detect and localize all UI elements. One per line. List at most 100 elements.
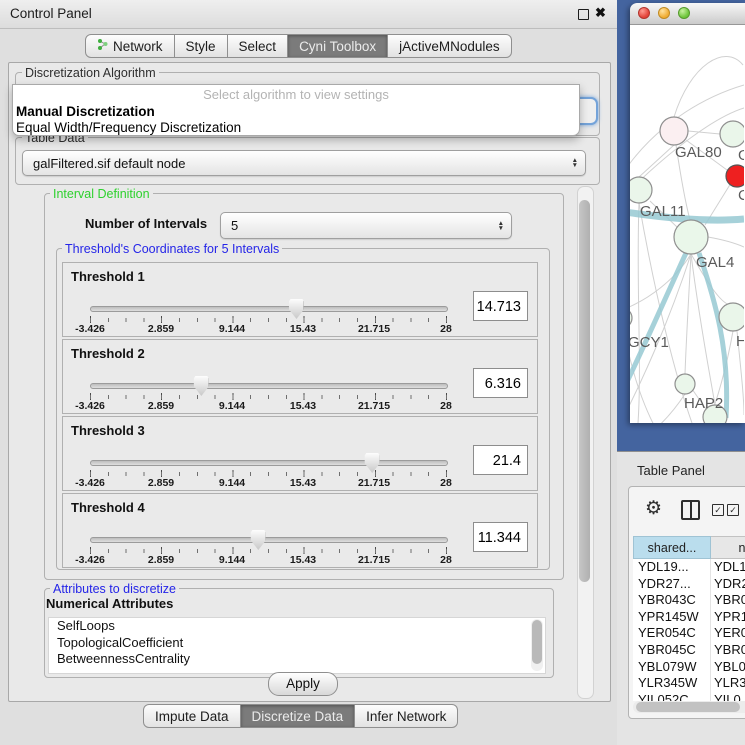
table-panel: Table Panel ⚙ ✓ ✓ shared... na YDL19...Y…: [617, 451, 745, 745]
node-label-gal11: GAL11: [640, 203, 686, 220]
discretization-algorithm-label: Discretization Algorithm: [22, 66, 159, 80]
table-header-row: shared... na: [633, 536, 745, 559]
table-panel-toolbar: ⚙ ✓ ✓: [629, 487, 745, 535]
apply-button[interactable]: Apply: [268, 672, 338, 696]
table-row[interactable]: YDL19...YDL1: [633, 559, 745, 576]
screen: Control Panel ✖ Network Style Select: [0, 0, 745, 745]
node-clipped-right-top: [720, 121, 744, 147]
network-window-titlebar: [630, 3, 745, 25]
tab-style[interactable]: Style: [175, 34, 228, 58]
tab-network-label: Network: [113, 39, 163, 54]
threshold-3-value-field[interactable]: 21.4: [473, 445, 528, 475]
table-rows: YDL19...YDL1 YDR27...YDR2 YBR043CYBR0 YP…: [633, 559, 745, 701]
list-item-selfloops[interactable]: SelfLoops: [49, 618, 545, 635]
node-gal4: [674, 220, 708, 254]
attributes-group-label: Attributes to discretize: [50, 582, 179, 596]
tab-impute-data[interactable]: Impute Data: [143, 704, 241, 728]
combo-stepper-icon: ▲▼: [498, 213, 504, 238]
network-canvas[interactable]: GAL80 GA C GAL11 GAL4 GCY1 HA HAP2: [630, 25, 745, 423]
threshold-1-slider[interactable]: [90, 306, 448, 312]
table-panel-title: Table Panel: [637, 463, 705, 478]
table-row[interactable]: YIL052CYIL0: [633, 692, 745, 701]
network-icon: [97, 38, 108, 54]
column-header-name[interactable]: na: [711, 536, 745, 559]
tab-discretize-data[interactable]: Discretize Data: [241, 704, 356, 728]
node-label-clipped-ha: HA: [736, 333, 744, 350]
table-row[interactable]: YBR045CYBR0: [633, 642, 745, 659]
table-row[interactable]: YBL079WYBL0: [633, 659, 745, 676]
network-graph: GAL80 GA C GAL11 GAL4 GCY1 HA HAP2: [630, 25, 744, 423]
control-panel-tabs: Network Style Select Cyni Toolbox jActiv…: [85, 34, 512, 58]
threshold-4-label: Threshold 4: [71, 500, 145, 515]
column-view-icon[interactable]: [681, 500, 700, 520]
tab-network[interactable]: Network: [85, 34, 175, 58]
algorithm-option-manual[interactable]: Manual Discretization: [13, 104, 579, 120]
node-gcy1: [630, 308, 632, 328]
threshold-4-slider[interactable]: [90, 537, 448, 543]
table-data-combo-value: galFiltered.sif default node: [33, 151, 185, 175]
node-selected-red: [726, 165, 744, 187]
panel-scrollbar-thumb[interactable]: [579, 200, 590, 582]
network-desktop: GAL80 GA C GAL11 GAL4 GCY1 HA HAP2: [617, 0, 745, 451]
control-panel-window: Control Panel ✖ Network Style Select: [0, 0, 617, 745]
tab-jactivemnodules[interactable]: jActiveMNodules: [388, 34, 512, 58]
tab-select[interactable]: Select: [228, 34, 289, 58]
table-panel-card: ⚙ ✓ ✓ shared... na YDL19...YDL1 YDR27...…: [628, 486, 745, 719]
mac-zoom-button[interactable]: [678, 7, 690, 19]
threshold-1-value-field[interactable]: 14.713: [473, 291, 528, 321]
list-item-topologicalcoefficient[interactable]: TopologicalCoefficient: [49, 635, 545, 652]
table-row[interactable]: YLR345WYLR3: [633, 675, 745, 692]
threshold-2-card: Threshold 2 -3.4262.859 9.14415.43 21.71…: [62, 339, 538, 414]
table-row[interactable]: YER054CYER0: [633, 625, 745, 642]
node-label-gcy1: GCY1: [630, 334, 669, 351]
table-row[interactable]: YBR043CYBR0: [633, 592, 745, 609]
threshold-3-slider[interactable]: [90, 460, 448, 466]
algorithm-placeholder-option[interactable]: Select algorithm to view settings: [13, 85, 579, 104]
close-icon[interactable]: ✖: [595, 5, 606, 21]
table-data-combo[interactable]: galFiltered.sif default node ▲▼: [22, 150, 586, 176]
algorithm-option-equal-width[interactable]: Equal Width/Frequency Discretization: [13, 120, 579, 136]
algorithm-dropdown-popup: Select algorithm to view settings Manual…: [12, 84, 580, 136]
table-horizontal-scrollbar[interactable]: [633, 701, 745, 713]
threshold-4-value-field[interactable]: 11.344: [473, 522, 528, 552]
list-item-betweennesscentrality[interactable]: BetweennessCentrality: [49, 651, 545, 668]
mac-close-button[interactable]: [638, 7, 650, 19]
number-of-intervals-combo[interactable]: 5 ▲▼: [220, 212, 512, 239]
control-panel-titlebar: Control Panel ✖: [0, 0, 617, 29]
panel-scrollbar[interactable]: [577, 186, 594, 699]
threshold-3-label: Threshold 3: [71, 423, 145, 438]
threshold-4-card: Threshold 4 -3.4262.859 9.14415.43 21.71…: [62, 493, 538, 568]
node-label-gal4: GAL4: [696, 254, 734, 271]
checkbox-icon-1[interactable]: ✓: [712, 504, 724, 516]
threshold-2-value-field[interactable]: 6.316: [473, 368, 528, 398]
table-row[interactable]: YDR27...YDR2: [633, 576, 745, 593]
attributes-list-scrollbar-thumb[interactable]: [532, 620, 542, 664]
settings-gear-icon[interactable]: ⚙: [645, 497, 662, 520]
node-hap2: [675, 374, 695, 394]
node-label-hap2: HAP2: [684, 395, 723, 412]
tab-infer-network[interactable]: Infer Network: [355, 704, 458, 728]
threshold-1-label: Threshold 1: [71, 269, 145, 284]
column-header-shared[interactable]: shared...: [633, 536, 711, 559]
threshold-2-slider[interactable]: [90, 383, 448, 389]
number-of-intervals-value: 5: [231, 213, 238, 238]
table-row[interactable]: YPR145WYPR1: [633, 609, 745, 626]
tab-cyni-toolbox[interactable]: Cyni Toolbox: [288, 34, 388, 58]
attributes-list-scrollbar[interactable]: [531, 619, 543, 671]
mac-minimize-button[interactable]: [658, 7, 670, 19]
cyni-bottom-tabs: Impute Data Discretize Data Infer Networ…: [143, 704, 458, 728]
threshold-2-label: Threshold 2: [71, 346, 145, 361]
node-label-gal80: GAL80: [675, 144, 722, 161]
control-panel-title: Control Panel: [10, 0, 92, 28]
node-gal11: [630, 177, 652, 203]
thresholds-group-label: Threshold's Coordinates for 5 Intervals: [62, 242, 282, 256]
threshold-3-card: Threshold 3 -3.4262.859 9.14415.43 21.71…: [62, 416, 538, 491]
checkbox-icon-2[interactable]: ✓: [727, 504, 739, 516]
node-label-clipped-c: C: [738, 187, 744, 204]
float-window-icon[interactable]: [578, 9, 589, 20]
interval-definition-label: Interval Definition: [50, 187, 153, 201]
number-of-intervals-label: Number of Intervals: [85, 216, 207, 231]
numerical-attributes-label: Numerical Attributes: [46, 596, 173, 611]
network-view-window[interactable]: GAL80 GA C GAL11 GAL4 GCY1 HA HAP2: [630, 3, 745, 423]
table-horizontal-scrollbar-thumb[interactable]: [636, 702, 740, 712]
